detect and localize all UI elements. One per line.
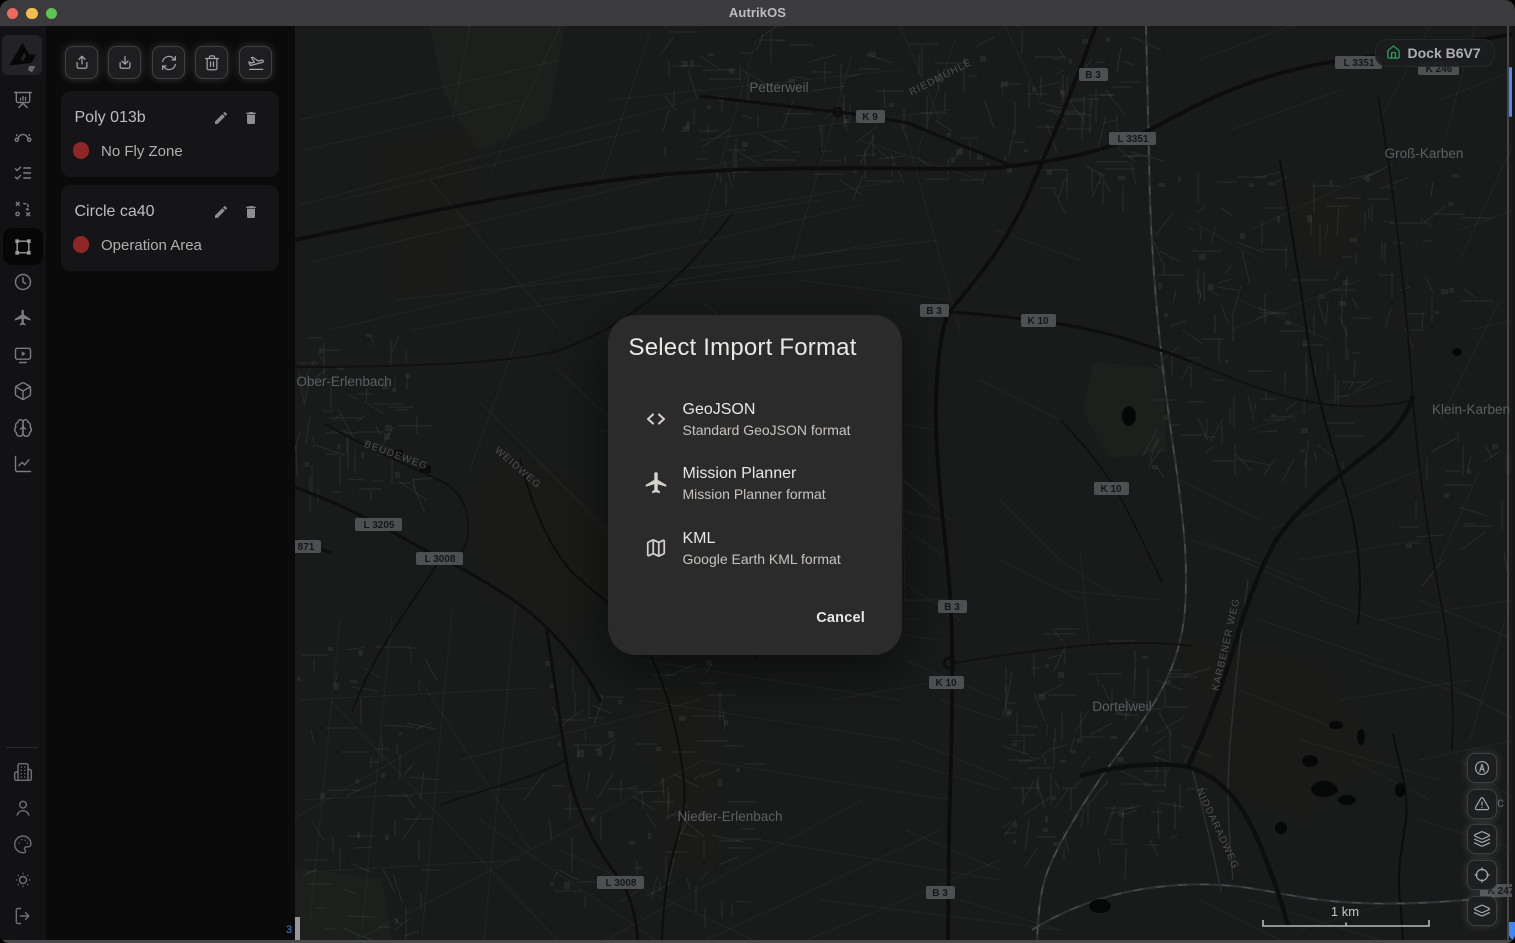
- svg-text:K 9: K 9: [862, 112, 878, 123]
- svg-text:K 10: K 10: [935, 678, 957, 689]
- svg-text:K 10: K 10: [1027, 316, 1049, 327]
- svg-text:Ober-Erlenbach: Ober-Erlenbach: [296, 374, 391, 389]
- svg-text:L 3008: L 3008: [606, 878, 637, 889]
- svg-text:Petterweil: Petterweil: [749, 80, 808, 95]
- svg-text:Dortelweil: Dortelweil: [1092, 699, 1151, 714]
- svg-text:K 10: K 10: [1100, 484, 1122, 495]
- svg-text:B 3: B 3: [932, 888, 948, 899]
- svg-text:Klein-Karben: Klein-Karben: [1432, 402, 1510, 417]
- svg-text:Groß-Karben: Groß-Karben: [1385, 146, 1464, 161]
- svg-text:L 3351: L 3351: [1118, 134, 1149, 145]
- svg-text:L 3205: L 3205: [364, 520, 395, 531]
- svg-text:B 3: B 3: [1085, 70, 1101, 81]
- svg-text:B 3: B 3: [926, 306, 942, 317]
- svg-text:L 3351: L 3351: [1344, 58, 1375, 69]
- svg-text:BEUDEWEG: BEUDEWEG: [362, 439, 429, 472]
- svg-text:L 3008: L 3008: [425, 554, 456, 565]
- svg-text:B 3: B 3: [944, 602, 960, 613]
- svg-text:Nieder-Erlenbach: Nieder-Erlenbach: [677, 809, 782, 824]
- svg-text:K 871: K 871: [295, 542, 315, 553]
